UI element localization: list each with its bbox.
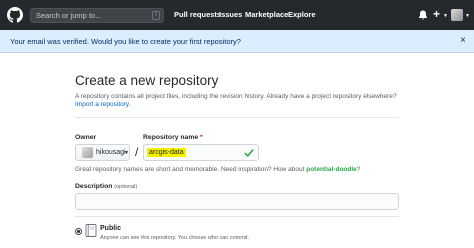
github-logo-icon[interactable] bbox=[7, 7, 23, 23]
public-radio[interactable] bbox=[75, 228, 82, 235]
hint-end: ? bbox=[356, 166, 361, 173]
search-shortcut-key: / bbox=[152, 11, 160, 20]
public-option-description: Anyone can see this repository. You choo… bbox=[100, 235, 250, 241]
page-title: Create a new repository bbox=[75, 73, 219, 88]
check-icon bbox=[244, 149, 254, 157]
repo-name-label-text: Repository name bbox=[143, 134, 199, 141]
owner-label: Owner bbox=[75, 134, 97, 141]
flash-banner: Your email was verified. Would you like … bbox=[0, 30, 474, 53]
repository-name-input[interactable]: arcgis-data bbox=[143, 144, 259, 161]
close-icon[interactable]: × bbox=[460, 35, 466, 47]
nav-issues[interactable]: Issues bbox=[219, 10, 242, 20]
nav-marketplace[interactable]: Marketplace bbox=[245, 10, 288, 20]
nav-pull-requests[interactable]: Pull requests bbox=[174, 10, 221, 20]
radio-selected-dot bbox=[77, 230, 80, 233]
chevron-down-icon: ▼ bbox=[124, 150, 129, 156]
nav-explore[interactable]: Explore bbox=[288, 10, 316, 20]
avatar[interactable] bbox=[451, 9, 463, 21]
hint-text: Great repository names are short and mem… bbox=[75, 166, 307, 173]
owner-avatar bbox=[82, 147, 93, 158]
required-mark: * bbox=[200, 134, 203, 141]
description-label-text: Description bbox=[75, 183, 113, 190]
description-input[interactable] bbox=[75, 193, 399, 210]
repo-name-label: Repository name * bbox=[143, 133, 203, 142]
search-input[interactable]: Search or jump to... / bbox=[30, 8, 164, 23]
name-hint: Great repository names are short and mem… bbox=[75, 165, 360, 174]
book-icon bbox=[85, 224, 97, 237]
import-repository-link[interactable]: Import a repository. bbox=[75, 100, 131, 109]
chevron-down-icon[interactable]: ▼ bbox=[443, 13, 448, 19]
repository-name-value: arcgis-data bbox=[147, 148, 186, 157]
suggested-name-link[interactable]: potential-doodle bbox=[306, 166, 357, 173]
owner-name: hikousagi bbox=[96, 149, 126, 156]
description-label: Description (optional) bbox=[75, 182, 137, 192]
flash-message: Your email was verified. Would you like … bbox=[10, 37, 241, 46]
plus-icon[interactable]: + bbox=[433, 7, 440, 21]
chevron-down-icon[interactable]: ▼ bbox=[465, 13, 470, 19]
owner-select[interactable]: hikousagi ▼ bbox=[75, 144, 130, 161]
description-optional: (optional) bbox=[114, 184, 138, 190]
divider bbox=[75, 216, 399, 217]
divider bbox=[75, 117, 399, 118]
owner-repo-separator: / bbox=[135, 145, 139, 159]
public-option-label[interactable]: Public bbox=[100, 224, 121, 233]
bell-icon[interactable] bbox=[418, 10, 428, 20]
search-placeholder: Search or jump to... bbox=[36, 11, 102, 20]
top-header: Search or jump to... / Pull requests Iss… bbox=[0, 0, 474, 30]
